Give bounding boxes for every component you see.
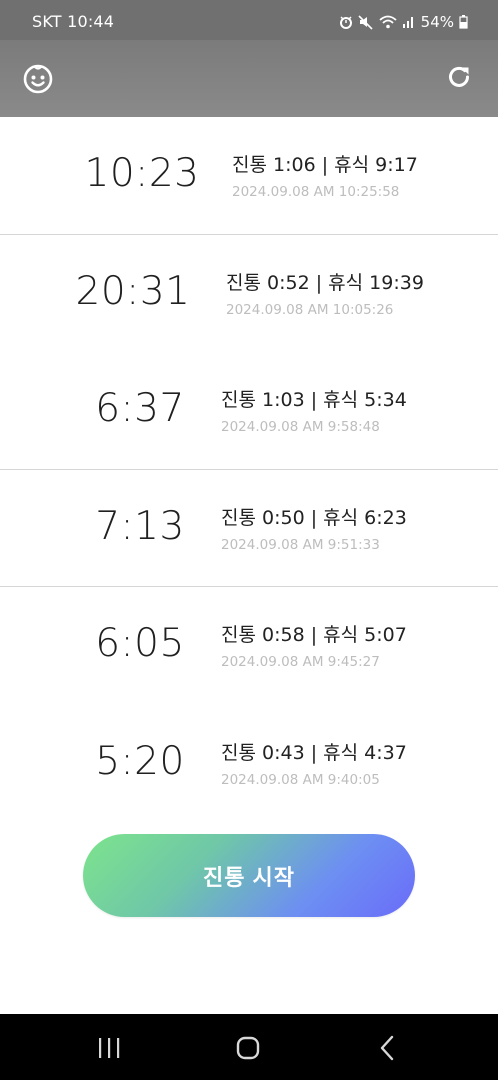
alarm-icon bbox=[339, 12, 353, 32]
wifi-icon bbox=[379, 12, 397, 32]
interval-time: 5:20 bbox=[95, 738, 185, 784]
app-bar bbox=[0, 40, 498, 117]
record-row[interactable]: 10:23 진통 1:06 | 휴식 9:17 2024.09.08 AM 10:2… bbox=[0, 117, 498, 235]
duration-detail: 진통 1:06 | 휴식 9:17 bbox=[232, 154, 418, 176]
record-row[interactable]: 6:37 진통 1:03 | 휴식 5:34 2024.09.08 AM 9:58:… bbox=[0, 352, 498, 470]
status-icons: 54% bbox=[339, 12, 468, 32]
status-bar: SKT 10:44 54% bbox=[0, 0, 498, 40]
interval-time: 6:37 bbox=[95, 386, 185, 431]
duration-detail: 진통 1:03 | 휴식 5:34 bbox=[221, 389, 407, 411]
interval-time: 7:13 bbox=[95, 503, 185, 549]
start-contraction-button[interactable]: 진통 시작 bbox=[83, 834, 415, 917]
duration-detail: 진통 0:43 | 휴식 4:37 bbox=[221, 741, 407, 764]
record-row[interactable]: 5:20 진통 0:43 | 휴식 4:37 2024.09.08 AM 9:40:… bbox=[0, 705, 498, 823]
battery-percent: 54% bbox=[420, 13, 454, 31]
navigation-bar bbox=[0, 1014, 498, 1080]
record-timestamp: 2024.09.08 AM 9:45:27 bbox=[221, 654, 380, 670]
back-icon[interactable] bbox=[378, 1035, 398, 1061]
duration-detail: 진통 0:50 | 휴식 6:23 bbox=[221, 506, 407, 529]
baby-face-icon[interactable] bbox=[22, 63, 54, 95]
signal-icon bbox=[402, 12, 416, 32]
recents-icon[interactable] bbox=[96, 1036, 122, 1060]
interval-time: 20:31 bbox=[75, 268, 191, 314]
home-icon[interactable] bbox=[234, 1034, 262, 1062]
refresh-icon[interactable] bbox=[446, 64, 472, 90]
battery-icon bbox=[459, 12, 468, 32]
record-timestamp: 2024.09.08 AM 10:25:58 bbox=[232, 184, 400, 200]
status-time: SKT 10:44 bbox=[32, 12, 115, 31]
record-timestamp: 2024.09.08 AM 9:40:05 bbox=[221, 771, 380, 788]
record-timestamp: 2024.09.08 AM 10:05:26 bbox=[226, 301, 394, 318]
record-row[interactable]: 6:05 진통 0:58 | 휴식 5:07 2024.09.08 AM 9:45:… bbox=[0, 587, 498, 705]
record-row[interactable]: 20:31 진통 0:52 | 휴식 19:39 2024.09.08 AM 10:… bbox=[0, 235, 498, 353]
duration-detail: 진통 0:58 | 휴식 5:07 bbox=[221, 624, 407, 646]
record-list: 10:23 진통 1:06 | 휴식 9:17 2024.09.08 AM 10:2… bbox=[0, 117, 498, 940]
interval-time: 6:05 bbox=[95, 621, 185, 666]
record-timestamp: 2024.09.08 AM 9:58:48 bbox=[221, 419, 380, 435]
mute-icon bbox=[358, 12, 374, 32]
record-timestamp: 2024.09.08 AM 9:51:33 bbox=[221, 536, 380, 553]
record-row[interactable]: 7:13 진통 0:50 | 휴식 6:23 2024.09.08 AM 9:51:… bbox=[0, 470, 498, 587]
interval-time: 10:23 bbox=[84, 151, 200, 196]
duration-detail: 진통 0:52 | 휴식 19:39 bbox=[226, 271, 424, 294]
